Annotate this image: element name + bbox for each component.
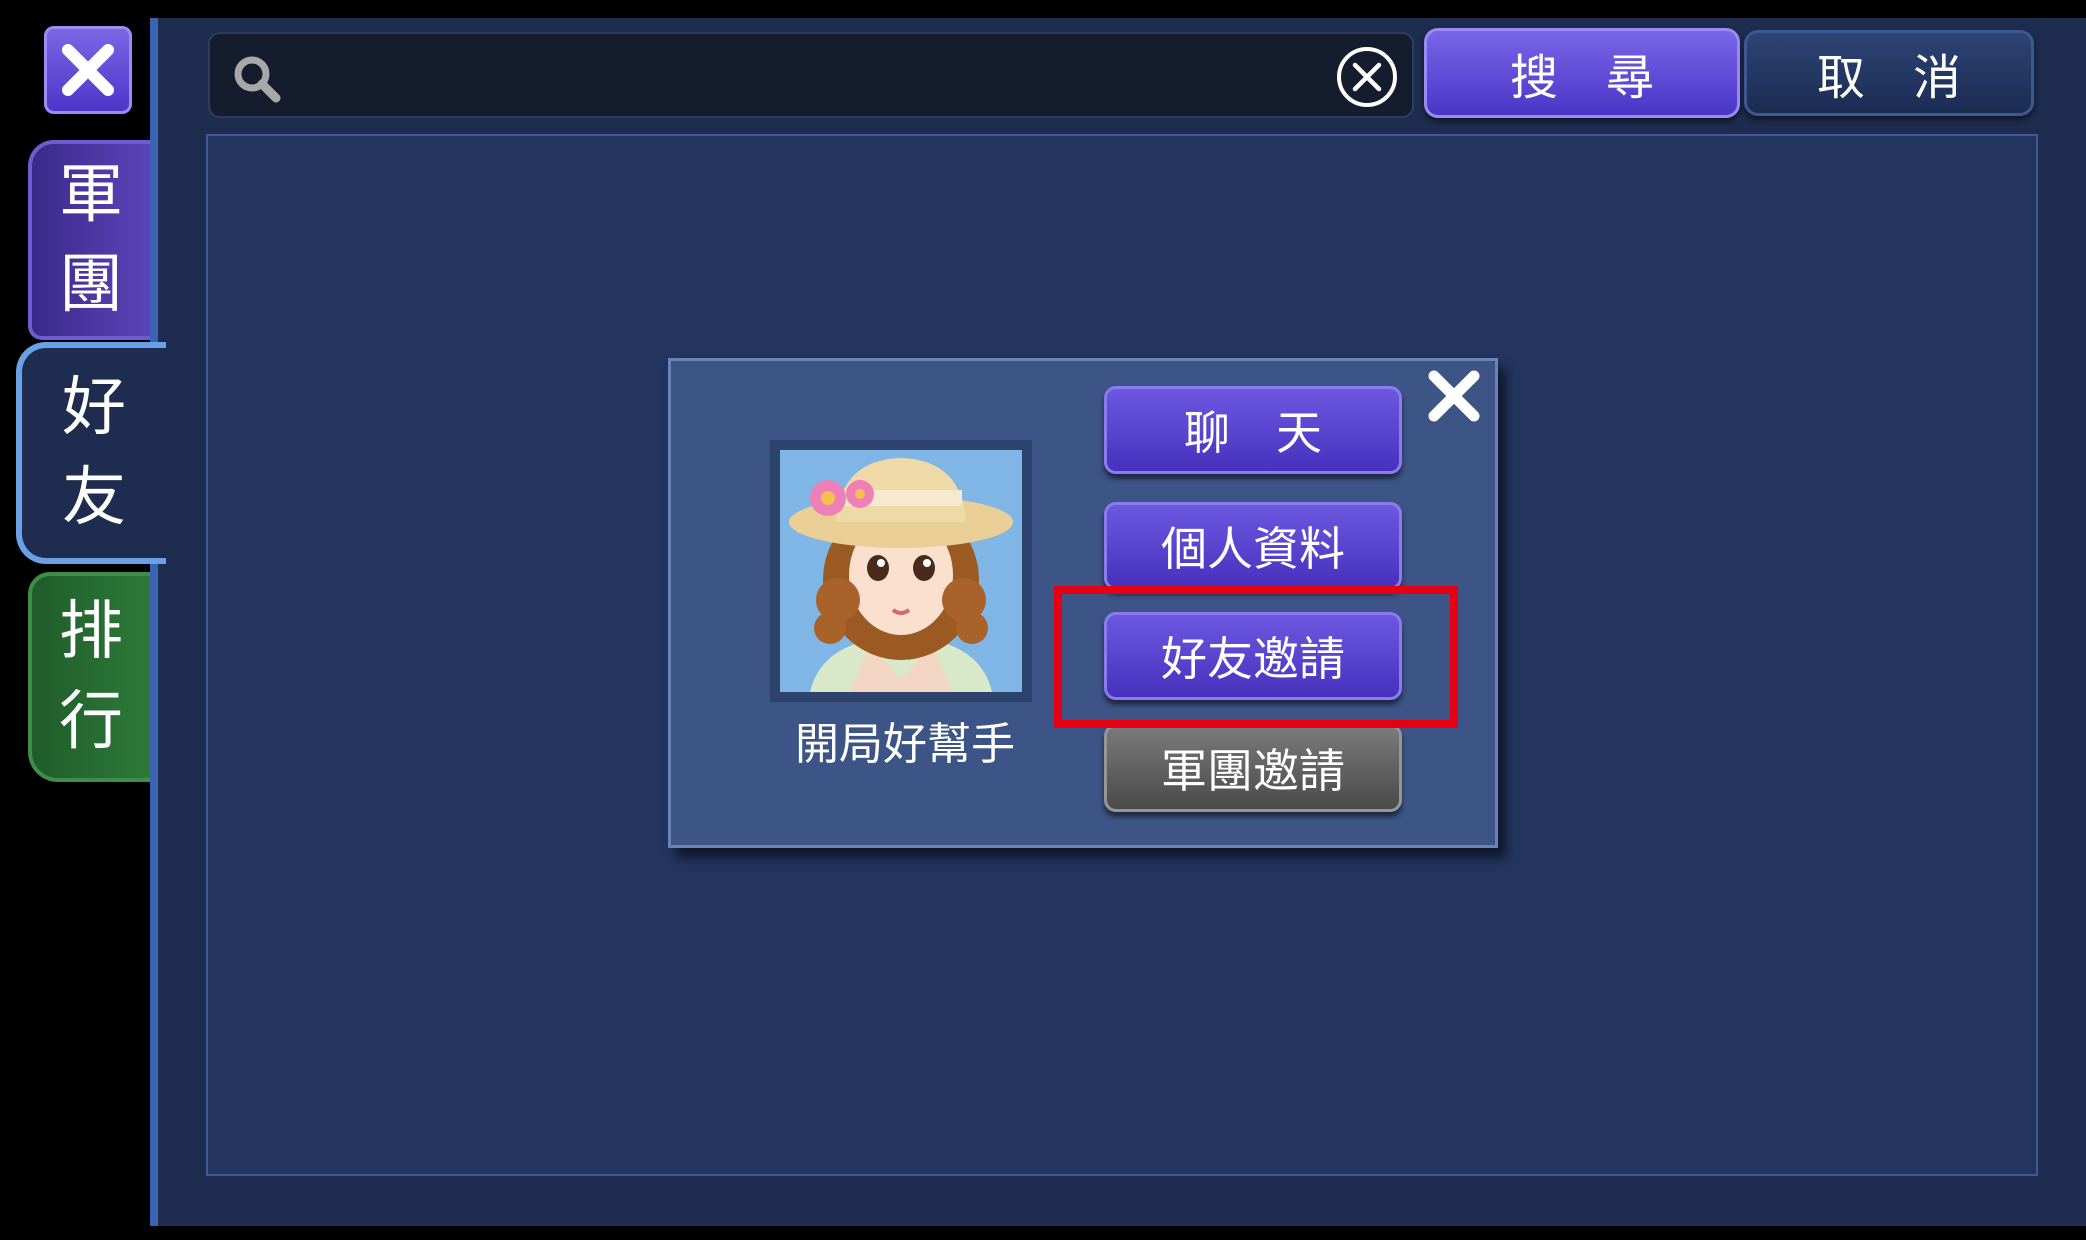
tab-friends-char-1: 好: [62, 371, 126, 445]
avatar: [770, 440, 1032, 702]
search-button[interactable]: 搜 尋: [1424, 28, 1740, 118]
tab-friends-char-2: 友: [62, 461, 126, 535]
close-button[interactable]: [44, 26, 132, 114]
tab-army-char-1: 軍: [59, 158, 123, 232]
tab-army[interactable]: 軍 團: [28, 140, 150, 340]
tab-rank-char-2: 行: [59, 685, 123, 759]
search-bar: [208, 32, 1414, 118]
tab-rank[interactable]: 排 行: [28, 572, 150, 782]
chat-button[interactable]: 聊 天: [1104, 386, 1402, 474]
cancel-button[interactable]: 取 消: [1744, 30, 2034, 116]
avatar-image: [780, 450, 1022, 692]
search-icon: [234, 56, 281, 103]
profile-button[interactable]: 個人資料: [1104, 502, 1402, 590]
tab-army-char-2: 團: [59, 248, 123, 322]
highlight-box: [1054, 586, 1458, 728]
tab-friends[interactable]: 好 友: [16, 342, 166, 564]
clear-icon[interactable]: [1334, 44, 1400, 110]
player-name: 開局好幫手: [795, 719, 1015, 770]
search-input[interactable]: [294, 44, 1298, 108]
close-icon: [62, 44, 114, 96]
popup-close-icon[interactable]: [1424, 366, 1484, 426]
tab-rank-char-1: 排: [59, 595, 123, 669]
army-invite-button[interactable]: 軍團邀請: [1104, 724, 1402, 812]
